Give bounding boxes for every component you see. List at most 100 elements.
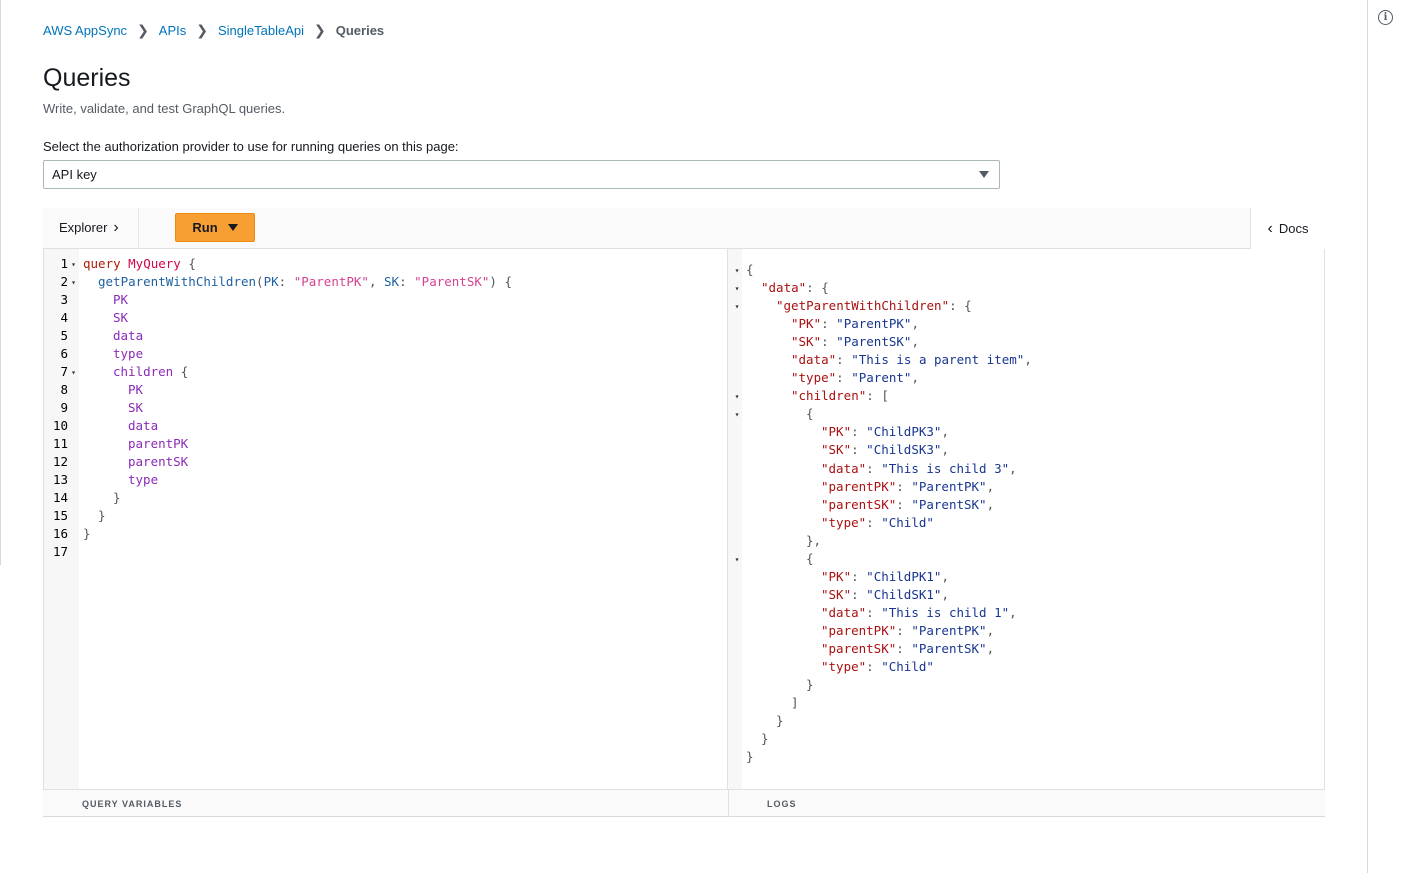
json-token: "ChildPK1" bbox=[866, 568, 942, 584]
result-line: "parentSK": "ParentSK", bbox=[728, 640, 1032, 658]
json-token: : bbox=[851, 568, 867, 584]
code-token: } bbox=[83, 526, 91, 541]
logs-tab[interactable]: LOGS bbox=[767, 799, 797, 809]
code-line: 6 type bbox=[44, 345, 512, 363]
json-token: , bbox=[941, 568, 949, 584]
result-line: } bbox=[728, 676, 1032, 694]
fold-toggle-icon[interactable]: ▾ bbox=[68, 256, 79, 274]
toolbar-divider bbox=[138, 208, 139, 249]
breadcrumb-appsync[interactable]: AWS AppSync bbox=[43, 23, 127, 38]
code-line: 14} bbox=[44, 489, 512, 507]
json-token: "type" bbox=[791, 370, 837, 386]
explorer-label: Explorer bbox=[59, 220, 108, 235]
result-line: "parentPK": "ParentPK", bbox=[728, 622, 1032, 640]
fold-toggle-icon[interactable]: ▾ bbox=[728, 262, 746, 280]
query-editor-pane[interactable]: 1 ▾ query MyQuery {2 ▾ getParentWithChildren… bbox=[43, 249, 728, 789]
line-number: 16 bbox=[52, 526, 68, 541]
auth-provider-select[interactable]: API key bbox=[43, 160, 1000, 189]
breadcrumb-api-name[interactable]: SingleTableApi bbox=[218, 23, 304, 38]
json-token: "SK" bbox=[821, 442, 852, 458]
json-token: : bbox=[866, 604, 882, 620]
result-line: ▾ "getParentWithChildren": { bbox=[728, 297, 1032, 315]
fold-toggle-icon[interactable]: ▾ bbox=[728, 298, 746, 316]
fold-toggle-icon[interactable]: ▾ bbox=[68, 274, 79, 292]
json-token: "ParentSK" bbox=[911, 496, 987, 512]
code-token: : bbox=[399, 274, 415, 289]
fold-toggle-icon[interactable]: ▾ bbox=[728, 388, 746, 406]
json-token: "PK" bbox=[821, 424, 852, 440]
breadcrumb-apis[interactable]: APIs bbox=[159, 23, 186, 38]
code-line: 15} bbox=[44, 507, 512, 525]
code-token: } bbox=[98, 508, 106, 523]
query-code[interactable]: 1 ▾ query MyQuery {2 ▾ getParentWithChildren… bbox=[44, 255, 512, 561]
json-token: "SK" bbox=[791, 334, 822, 350]
code-line: 11 parentPK bbox=[44, 435, 512, 453]
result-line: "parentSK": "ParentSK", bbox=[728, 496, 1032, 514]
code-token: query bbox=[83, 256, 129, 271]
json-token: : { bbox=[949, 298, 972, 314]
docs-button[interactable]: ‹ Docs bbox=[1250, 208, 1325, 249]
caret-down-icon bbox=[979, 171, 989, 178]
code-token: type bbox=[113, 346, 144, 361]
result-line: "SK": "ChildSK3", bbox=[728, 441, 1032, 459]
code-token: SK bbox=[128, 400, 144, 415]
result-line: "type": "Parent", bbox=[728, 369, 1032, 387]
fold-toggle-icon[interactable]: ▾ bbox=[728, 406, 746, 424]
line-number: 17 bbox=[52, 544, 68, 559]
code-token: MyQuery bbox=[128, 256, 181, 271]
json-token: , bbox=[986, 496, 995, 512]
line-number: 4 bbox=[60, 310, 68, 325]
code-line: 12 parentSK bbox=[44, 453, 512, 471]
code-token: PK bbox=[128, 382, 144, 397]
line-number: 7 bbox=[60, 364, 68, 379]
code-token: , bbox=[368, 274, 385, 289]
result-line: "data": "This is a parent item", bbox=[728, 351, 1032, 369]
json-token: : bbox=[896, 640, 912, 656]
line-number: 8 bbox=[60, 382, 68, 397]
explorer-button[interactable]: Explorer › bbox=[59, 219, 119, 236]
json-token: "parentSK" bbox=[821, 640, 897, 656]
json-token: "parentPK" bbox=[821, 622, 897, 638]
json-token: }, bbox=[806, 532, 822, 548]
code-token: data bbox=[128, 418, 159, 433]
fold-toggle-icon[interactable]: ▾ bbox=[68, 364, 79, 382]
json-token: "ParentSK" bbox=[836, 334, 912, 350]
json-token: "SK" bbox=[821, 586, 852, 602]
code-line: 17 bbox=[44, 543, 512, 561]
chevron-right-icon: ❯ bbox=[196, 22, 208, 38]
json-token: { bbox=[746, 262, 754, 277]
line-number: 14 bbox=[52, 490, 68, 505]
json-token: : [ bbox=[866, 388, 889, 404]
code-line: 4 SK bbox=[44, 309, 512, 327]
query-variables-tab[interactable]: QUERY VARIABLES bbox=[82, 799, 182, 809]
result-line: "parentPK": "ParentPK", bbox=[728, 478, 1032, 496]
result-line: "SK": "ChildSK1", bbox=[728, 586, 1032, 604]
info-icon[interactable]: i bbox=[1378, 10, 1393, 25]
result-line: "type": "Child" bbox=[728, 514, 1032, 532]
chevron-right-icon: › bbox=[113, 219, 119, 236]
code-line: 3 PK bbox=[44, 291, 512, 309]
code-token: type bbox=[128, 472, 159, 487]
fold-toggle-icon[interactable]: ▾ bbox=[728, 280, 746, 298]
code-line: 9 SK bbox=[44, 399, 512, 417]
json-token: "ChildSK3" bbox=[866, 442, 942, 458]
json-token: : bbox=[866, 659, 882, 675]
json-token: "PK" bbox=[791, 316, 822, 332]
run-button[interactable]: Run bbox=[175, 213, 255, 242]
json-token: "type" bbox=[821, 514, 867, 530]
breadcrumb: AWS AppSync ❯ APIs ❯ SingleTableApi ❯ Qu… bbox=[43, 22, 384, 39]
code-line: 5 data bbox=[44, 327, 512, 345]
json-token: ] bbox=[791, 695, 799, 711]
json-token: : bbox=[851, 442, 867, 458]
json-token: : bbox=[836, 352, 852, 368]
code-token: parentSK bbox=[128, 454, 189, 469]
help-panel-rail bbox=[1367, 0, 1404, 873]
result-line: "data": "This is child 3", bbox=[728, 460, 1032, 478]
editor-toolbar: Explorer › Run ‹ Docs bbox=[43, 208, 1325, 249]
result-viewer-pane[interactable]: ▾{▾ "data": {▾ "getParentWithChildren": {"… bbox=[728, 249, 1325, 789]
result-line: ▾ "data": { bbox=[728, 279, 1032, 297]
fold-toggle-icon[interactable]: ▾ bbox=[728, 551, 746, 569]
breadcrumb-current: Queries bbox=[335, 23, 385, 38]
json-token: "getParentWithChildren" bbox=[776, 298, 950, 314]
json-token: : bbox=[851, 424, 867, 440]
